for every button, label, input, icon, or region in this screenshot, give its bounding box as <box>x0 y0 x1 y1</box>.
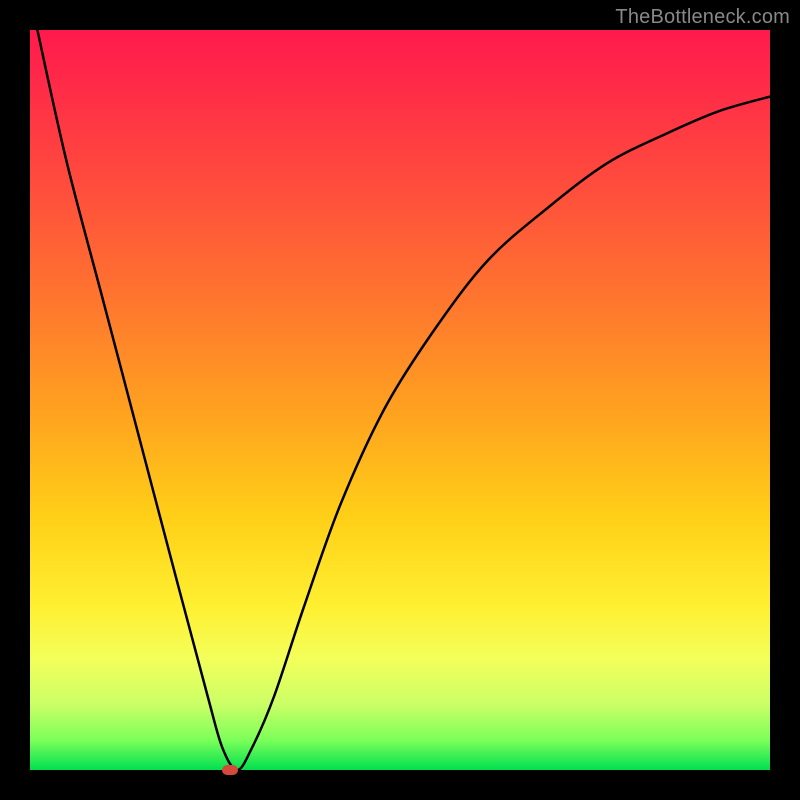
optimal-marker <box>222 765 238 775</box>
chart-frame: TheBottleneck.com <box>0 0 800 800</box>
watermark-text: TheBottleneck.com <box>615 6 790 29</box>
bottleneck-curve <box>30 30 770 770</box>
plot-area <box>30 30 770 770</box>
